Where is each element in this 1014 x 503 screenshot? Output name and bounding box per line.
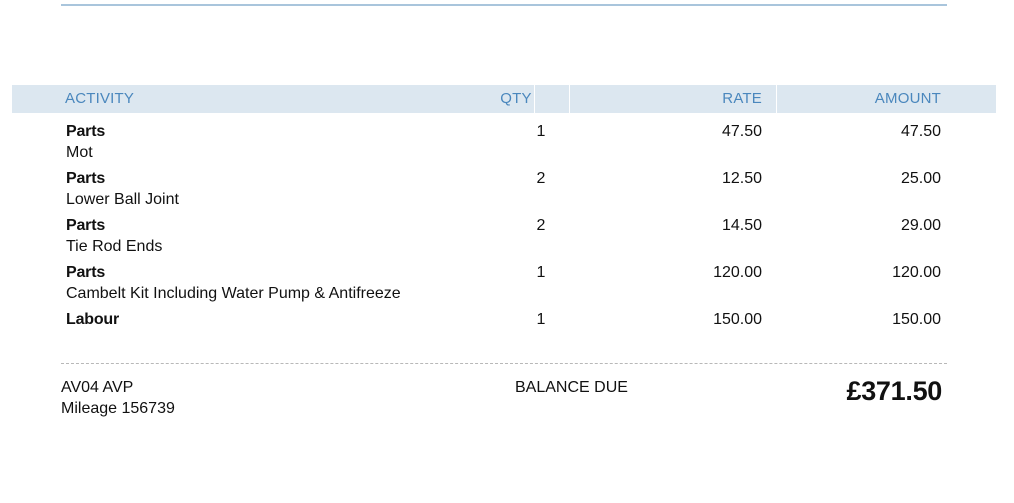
invoice-page: ACTIVITY QTY RATE AMOUNT Parts Mot 1 47.… xyxy=(0,0,1014,503)
header-divider xyxy=(776,85,777,113)
header-rate: RATE xyxy=(722,90,762,107)
table-row: Labour 1 150.00 150.00 xyxy=(0,307,1014,354)
line-items: Parts Mot 1 47.50 47.50 Parts Lower Ball… xyxy=(0,119,1014,354)
activity-cell: Parts Lower Ball Joint xyxy=(66,168,179,210)
activity-cell: Parts Tie Rod Ends xyxy=(66,215,162,257)
table-row: Parts Cambelt Kit Including Water Pump &… xyxy=(0,260,1014,307)
activity-title: Parts xyxy=(66,264,106,281)
top-divider xyxy=(61,4,947,6)
amount-cell: 150.00 xyxy=(892,311,941,328)
header-amount: AMOUNT xyxy=(874,90,941,107)
activity-title: Parts xyxy=(66,123,106,140)
qty-cell: 1 xyxy=(536,123,546,140)
balance-due-amount: £371.50 xyxy=(846,376,943,406)
amount-cell: 47.50 xyxy=(900,123,941,140)
activity-description: Lower Ball Joint xyxy=(66,191,179,208)
activity-description: Tie Rod Ends xyxy=(66,238,163,255)
rate-cell: 47.50 xyxy=(721,123,762,140)
qty-cell: 1 xyxy=(536,311,546,328)
activity-description: Cambelt Kit Including Water Pump & Antif… xyxy=(66,285,401,302)
activity-title: Labour xyxy=(66,311,120,328)
balance-due-label: BALANCE DUE xyxy=(515,379,628,396)
amount-cell: 25.00 xyxy=(900,170,941,187)
amount-cell: 120.00 xyxy=(892,264,941,281)
activity-cell: Parts Cambelt Kit Including Water Pump &… xyxy=(66,262,401,304)
vehicle-info: AV04 AVP Mileage 156739 xyxy=(61,377,175,419)
rate-cell: 14.50 xyxy=(721,217,762,234)
qty-cell: 2 xyxy=(536,170,546,187)
table-row: Parts Tie Rod Ends 2 14.50 29.00 xyxy=(0,213,1014,260)
qty-cell: 2 xyxy=(536,217,546,234)
rate-cell: 150.00 xyxy=(713,311,762,328)
table-row: Parts Lower Ball Joint 2 12.50 25.00 xyxy=(0,166,1014,213)
activity-title: Parts xyxy=(66,217,106,234)
header-activity: ACTIVITY xyxy=(65,90,135,107)
vehicle-registration: AV04 AVP xyxy=(61,379,134,396)
rate-cell: 120.00 xyxy=(713,264,762,281)
footer-divider xyxy=(61,363,947,364)
header-qty: QTY xyxy=(500,90,532,107)
table-row: Parts Mot 1 47.50 47.50 xyxy=(0,119,1014,166)
activity-cell: Parts Mot xyxy=(66,121,105,163)
table-header: ACTIVITY QTY RATE AMOUNT xyxy=(12,85,996,113)
header-divider xyxy=(569,85,570,113)
activity-description: Mot xyxy=(66,144,93,161)
vehicle-mileage: Mileage 156739 xyxy=(61,400,175,417)
amount-cell: 29.00 xyxy=(900,217,941,234)
activity-title: Parts xyxy=(66,170,106,187)
rate-cell: 12.50 xyxy=(721,170,762,187)
activity-cell: Labour xyxy=(66,309,119,330)
qty-cell: 1 xyxy=(536,264,546,281)
